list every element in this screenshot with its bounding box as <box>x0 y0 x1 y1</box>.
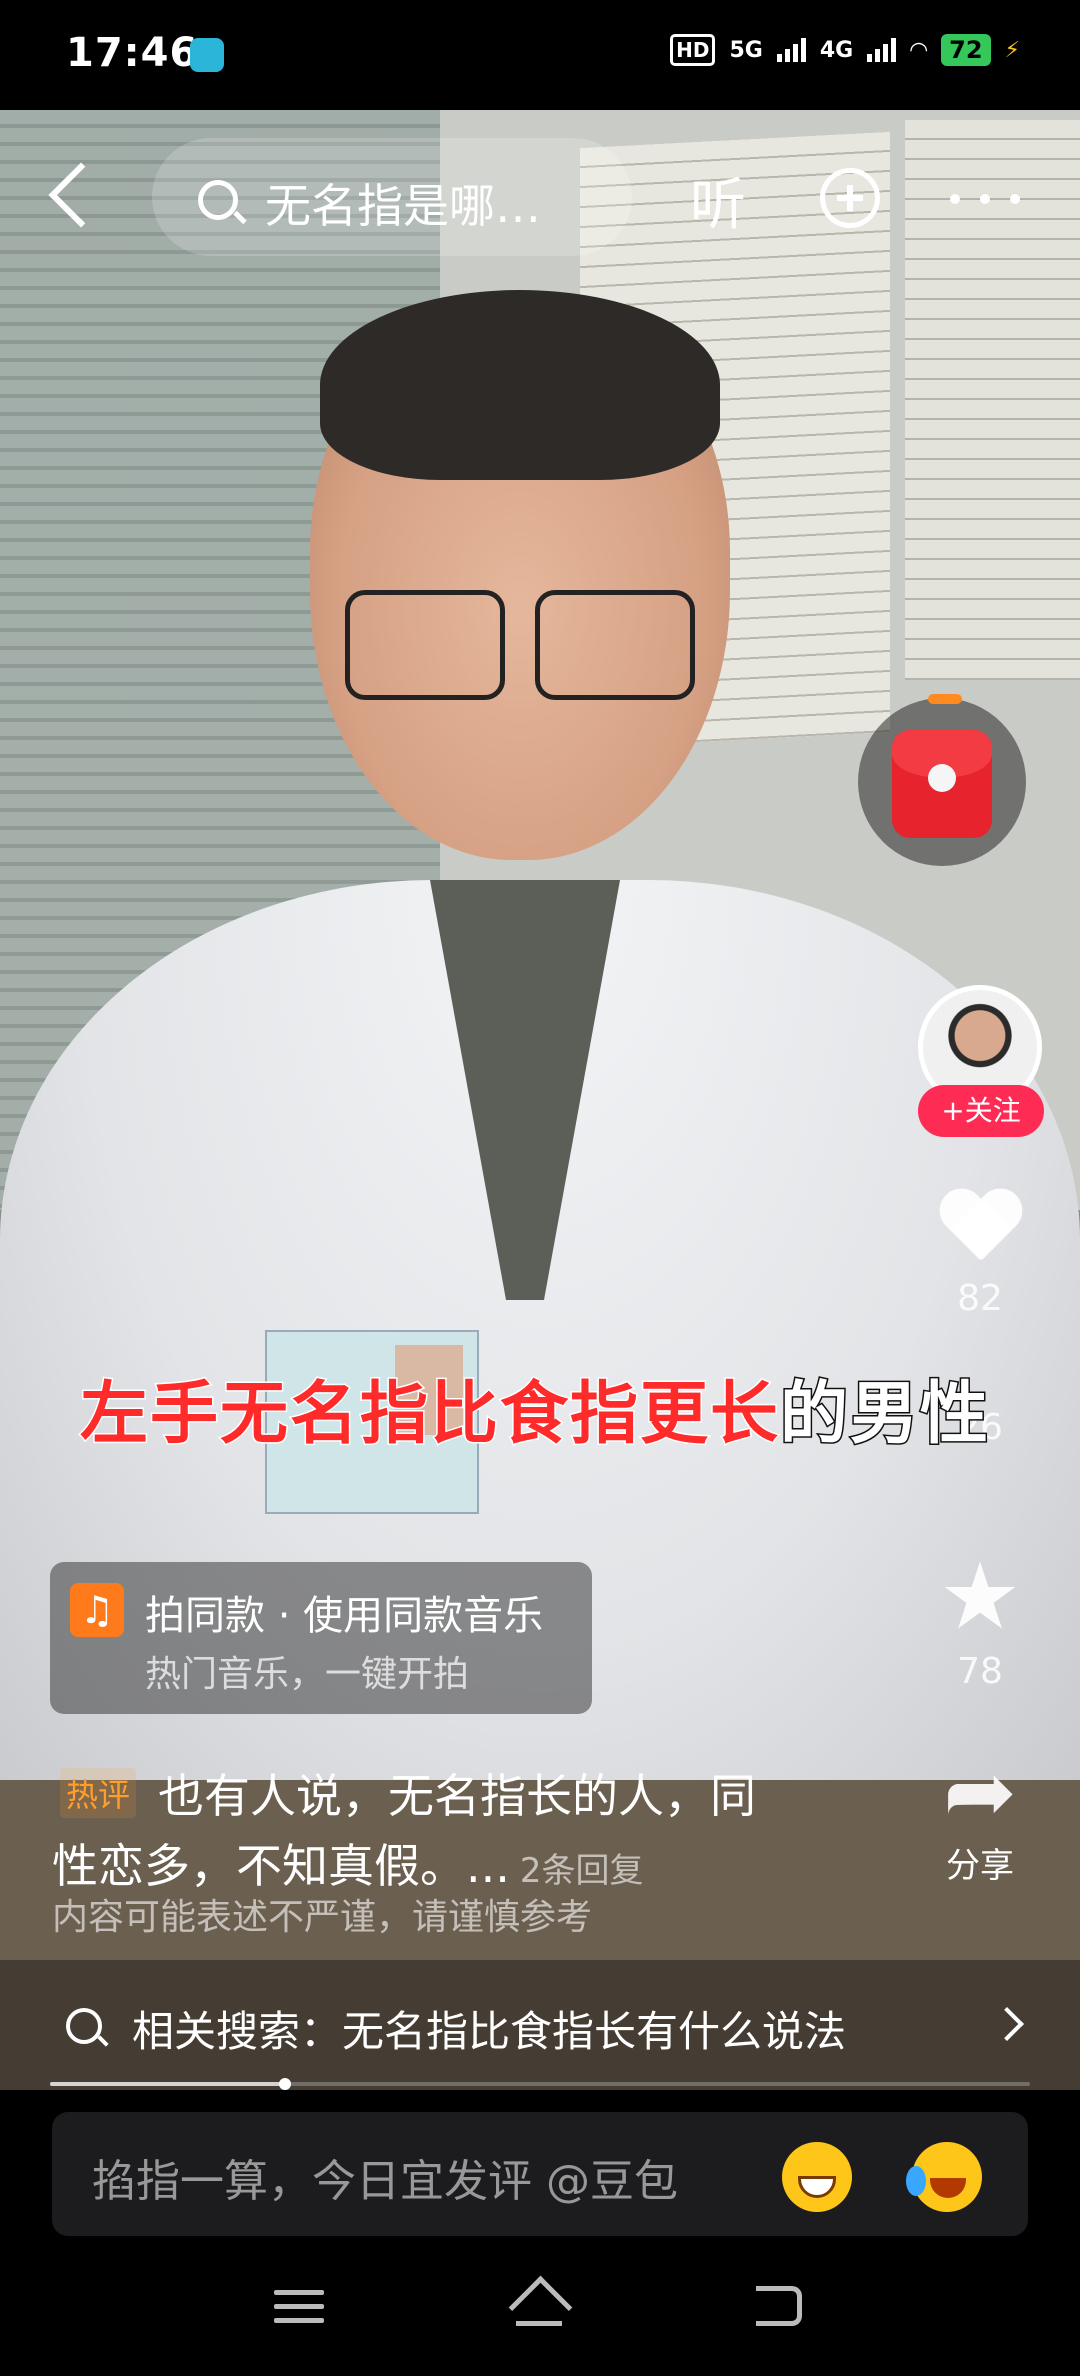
back-nav-icon[interactable] <box>756 2286 802 2326</box>
add-circle-icon[interactable] <box>820 168 880 228</box>
app-notification-icon <box>190 38 224 72</box>
signal-5g-icon <box>776 38 806 62</box>
status-bar: 17:46 HD 5G 4G ◠ 72 ⚡ <box>0 0 1080 110</box>
related-search-icon <box>66 2008 102 2044</box>
video-progress-fill <box>50 2082 286 2086</box>
signal-4g-icon <box>867 38 897 62</box>
battery-indicator: 72 <box>941 34 991 66</box>
glasses-left-lens <box>345 590 505 700</box>
glasses-right-lens <box>535 590 695 700</box>
subtitle-rest: 的男性 <box>779 1374 991 1456</box>
comment-input-placeholder[interactable]: 掐指一算，今日宜发评 @豆包 <box>92 2145 678 2209</box>
listen-button[interactable]: 听 <box>690 160 746 241</box>
hot-comment-text-line2[interactable]: 性恋多，不知真假。... 2条回复 <box>52 1830 644 1896</box>
menu-icon[interactable] <box>274 2290 324 2323</box>
status-icons: HD 5G 4G ◠ 72 ⚡ <box>670 34 1020 66</box>
cry-laugh-emoji-icon[interactable] <box>906 2142 982 2212</box>
share-label: 分享 <box>946 1846 1014 1886</box>
network-5g-label: 5G <box>729 37 763 63</box>
red-packet-progress <box>928 694 962 704</box>
music-card-subtitle: 热门音乐，一键开拍 <box>145 1654 470 1695</box>
red-packet-icon[interactable] <box>892 730 992 838</box>
hot-comment-tag: 热评 <box>60 1768 137 1818</box>
doctor-hair <box>320 290 720 480</box>
favorite-count: 78 <box>957 1651 1003 1692</box>
laugh-emoji-icon[interactable] <box>782 2142 852 2212</box>
share-arrow-icon: ➦ <box>943 1740 1017 1843</box>
follow-button[interactable]: +关注 <box>918 1085 1044 1137</box>
music-note-icon: ♫ <box>70 1583 124 1637</box>
heart-icon <box>938 1190 1022 1266</box>
search-query-text[interactable]: 无名指是哪… <box>265 170 541 236</box>
star-icon: ★ <box>938 1543 1022 1650</box>
favorite-button[interactable]: ★ 78 <box>930 1543 1030 1693</box>
music-card-title[interactable]: 拍同款 · 使用同款音乐 <box>145 1583 543 1641</box>
network-4g-label: 4G <box>819 37 854 63</box>
share-button[interactable]: ➦ 分享 <box>930 1740 1030 1887</box>
like-count: 82 <box>957 1278 1003 1319</box>
status-time: 17:46 <box>66 30 199 76</box>
hot-comment-replies[interactable]: 2条回复 <box>520 1851 644 1891</box>
hot-comment-text-line2-body: 性恋多，不知真假。... <box>52 1839 510 1893</box>
like-button[interactable]: 82 <box>930 1190 1030 1319</box>
hd-icon: HD <box>670 34 716 66</box>
more-icon[interactable] <box>950 194 1020 204</box>
video-subtitle: 左手无名指比食指更长的男性 <box>78 1358 991 1457</box>
back-arrow-icon[interactable] <box>48 162 114 228</box>
search-icon <box>198 180 238 220</box>
wifi-icon: ◠ <box>910 37 928 63</box>
home-icon[interactable] <box>508 2283 572 2335</box>
subtitle-highlight: 左手无名指比食指更长 <box>78 1374 781 1456</box>
related-search-text[interactable]: 相关搜索：无名指比食指长有什么说法 <box>132 1998 846 2059</box>
content-disclaimer: 内容可能表述不严谨，请谨慎参考 <box>52 1897 593 1938</box>
charging-icon: ⚡ <box>1004 37 1020 63</box>
hot-comment-text-line1[interactable]: 也有人说，无名指长的人，同 <box>158 1760 756 1826</box>
